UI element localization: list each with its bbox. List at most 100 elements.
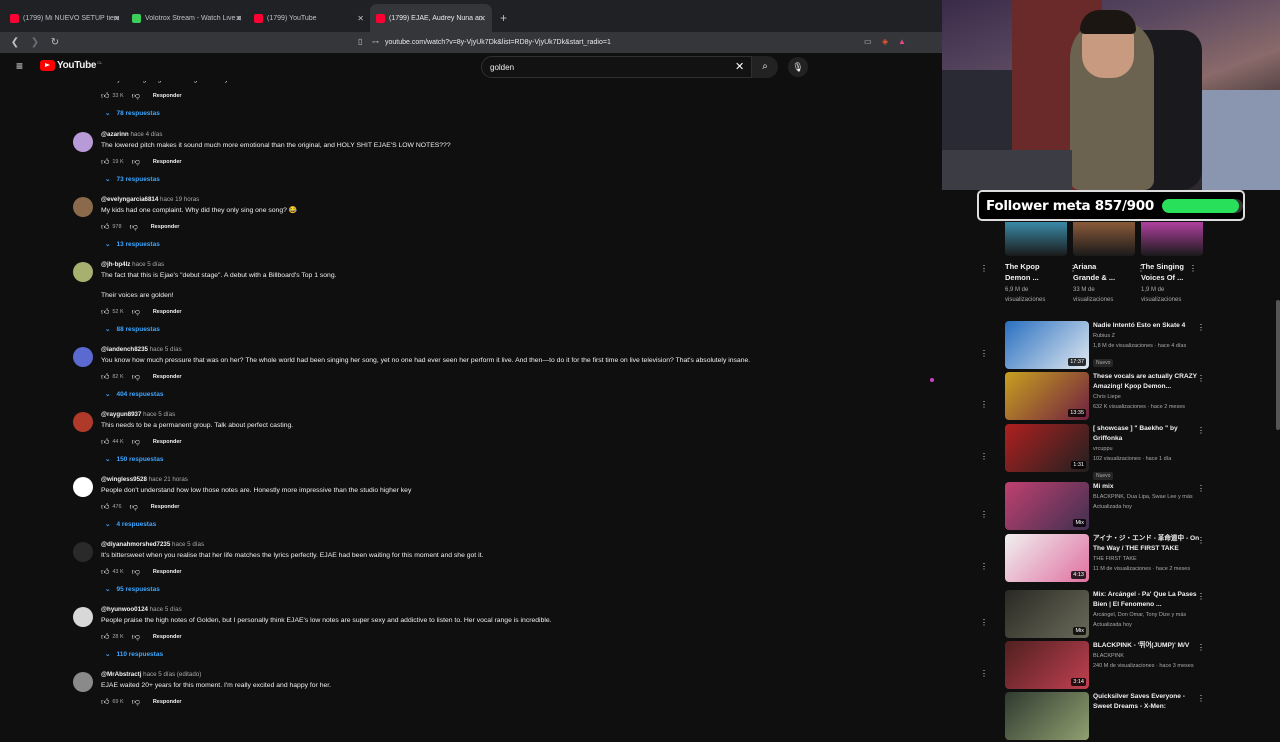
new-tab-button[interactable]: +	[500, 11, 507, 25]
sidebar-video[interactable]: 13:35 These vocals are actually CRAZY Ama…	[1005, 372, 1210, 422]
search-input[interactable]: golden	[481, 56, 752, 78]
view-replies-button[interactable]: ⌄ 150 respuestas	[105, 455, 931, 463]
short-item[interactable]: Ariana Grande & ... 33 M de visualizaciones…	[1073, 222, 1145, 305]
comment-time[interactable]: hace 21 horas	[149, 476, 188, 483]
site-info-icon[interactable]: ⊶	[372, 38, 379, 46]
sidebar-video[interactable]: Mix Mi mix BLACKPINK, Dua Lipa, Swae Lee y…	[1005, 482, 1210, 532]
reply-button[interactable]: Responder	[151, 224, 180, 230]
row-options-icon[interactable]: ⋮	[980, 562, 988, 571]
video-channel[interactable]: Chris Liepe	[1093, 392, 1201, 402]
short-item[interactable]: The Singing Voices Of ... 1,9 M de visualiz…	[1141, 222, 1203, 305]
more-options-icon[interactable]: ⋮	[1189, 264, 1197, 273]
more-options-icon[interactable]: ⋮	[1197, 643, 1205, 652]
avatar[interactable]	[73, 607, 93, 627]
comment-author[interactable]: @hyunwoo0124	[101, 606, 148, 613]
reply-button[interactable]: Responder	[153, 699, 182, 705]
more-options-icon[interactable]: ⋮	[1197, 536, 1205, 545]
comment-author[interactable]: @evelyngarcia6814	[101, 196, 158, 203]
more-options-icon[interactable]: ⋮	[1197, 323, 1205, 332]
thumbs-down-icon[interactable]: 👎︎	[132, 157, 140, 167]
thumbs-up-icon[interactable]: 👍︎	[101, 372, 109, 382]
thumbs-down-icon[interactable]: 👎︎	[132, 437, 140, 447]
menu-icon[interactable]: ≡	[16, 60, 27, 72]
video-channel[interactable]: Rubius Z	[1093, 331, 1201, 341]
avatar[interactable]	[73, 262, 93, 282]
comment-time[interactable]: hace 5 días	[150, 606, 182, 613]
more-options-icon[interactable]: ⋮	[1197, 694, 1205, 703]
avatar[interactable]	[73, 197, 93, 217]
thumbs-up-icon[interactable]: 👍︎	[101, 437, 109, 447]
comment-time[interactable]: hace 5 días	[132, 261, 164, 268]
sidebar-video[interactable]: 3:14 BLACKPINK - '뛰어(JUMP)' M/V BLACKPINK 2…	[1005, 641, 1210, 691]
reply-button[interactable]: Responder	[153, 569, 182, 575]
tab-close-icon[interactable]: ✕	[479, 14, 486, 23]
thumbs-up-icon[interactable]: 👍︎	[101, 91, 109, 101]
video-title[interactable]: Nadie Intentó Esto en Skate 4	[1093, 321, 1201, 331]
video-thumbnail[interactable]	[1005, 692, 1089, 740]
thumbs-up-icon[interactable]: 👍︎	[101, 697, 109, 707]
sidebar-video[interactable]: Quicksilver Saves Everyone - Sweet Dream…	[1005, 692, 1210, 742]
voice-search-icon[interactable]: 🎙	[788, 57, 808, 77]
thumbs-down-icon[interactable]: 👎︎	[130, 222, 138, 232]
comment-author[interactable]: @MrAbstractj	[101, 671, 141, 678]
row-options-icon[interactable]: ⋮	[980, 510, 988, 519]
video-title[interactable]: [ showcase ] " Baekho " by Griffonka	[1093, 424, 1201, 444]
row-options-icon[interactable]: ⋮	[980, 618, 988, 627]
avatar[interactable]	[73, 347, 93, 367]
reply-button[interactable]: Responder	[153, 634, 182, 640]
brave-shield-icon[interactable]: ◈	[882, 37, 888, 46]
more-options-icon[interactable]: ⋮	[1197, 592, 1205, 601]
clear-search-icon[interactable]: ✕	[735, 60, 744, 73]
browser-tab[interactable]: (1799) YouTube ✕	[248, 4, 370, 32]
tab-close-icon[interactable]: ✕	[235, 14, 242, 23]
browser-tab[interactable]: (1799) EJAE, Audrey Nuna an... ✕	[370, 4, 492, 32]
short-title[interactable]: The Kpop Demon ...	[1005, 261, 1067, 283]
reply-button[interactable]: Responder	[153, 374, 182, 380]
more-options-icon[interactable]: ⋮	[1197, 426, 1205, 435]
comment-time[interactable]: hace 5 días	[150, 346, 182, 353]
comment-author[interactable]: @raygun8937	[101, 411, 141, 418]
video-thumbnail[interactable]: Mix	[1005, 590, 1089, 638]
avatar[interactable]	[73, 672, 93, 692]
thumbs-down-icon[interactable]: 👎︎	[132, 372, 140, 382]
video-channel[interactable]: vrcuppu	[1093, 444, 1201, 454]
video-channel[interactable]: Arcángel, Don Omar, Tony Dize y más	[1093, 610, 1201, 620]
bookmark-icon[interactable]: ▯	[358, 37, 362, 46]
thumbs-up-icon[interactable]: 👍︎	[101, 222, 109, 232]
reload-button[interactable]: ↻	[50, 37, 60, 48]
back-button[interactable]: ❮	[10, 37, 20, 48]
comment-time[interactable]: hace 19 horas	[160, 196, 199, 203]
row-options-icon[interactable]: ⋮	[980, 452, 988, 461]
browser-tab[interactable]: Volotrox Stream - Watch Live on... ✕	[126, 4, 248, 32]
sidebar-video[interactable]: 4:13 アイナ・ジ・エンド - 革命道中 - On The Way / THE …	[1005, 534, 1210, 584]
view-replies-button[interactable]: ⌄ 88 respuestas	[105, 325, 931, 333]
view-replies-button[interactable]: ⌄ 13 respuestas	[105, 240, 931, 248]
row-options-icon[interactable]: ⋮	[980, 349, 988, 358]
short-title[interactable]: Ariana Grande & ...	[1073, 261, 1135, 283]
view-replies-button[interactable]: ⌄ 4 respuestas	[105, 520, 931, 528]
more-options-icon[interactable]: ⋮	[1197, 374, 1205, 383]
browser-tab[interactable]: (1799) Mi NUEVO SETUP tiene un PC✕	[4, 4, 126, 32]
video-title[interactable]: BLACKPINK - '뛰어(JUMP)' M/V	[1093, 641, 1201, 651]
reply-button[interactable]: Responder	[153, 309, 182, 315]
view-replies-button[interactable]: ⌄ 73 respuestas	[105, 175, 931, 183]
view-replies-button[interactable]: ⌄ 78 respuestas	[105, 109, 931, 117]
thumbs-down-icon[interactable]: 👎︎	[132, 91, 140, 101]
more-options-icon[interactable]: ⋮	[1197, 484, 1205, 493]
row-options-icon[interactable]: ⋮	[980, 669, 988, 678]
video-thumbnail[interactable]: 4:13	[1005, 534, 1089, 582]
comment-time[interactable]: hace 4 días	[130, 131, 162, 138]
url-field[interactable]: ⊶ youtube.com/watch?v=8y-VjyUk7Dk&list=R…	[372, 34, 892, 50]
comment-time[interactable]: hace 5 días (editado)	[143, 671, 201, 678]
video-title[interactable]: Quicksilver Saves Everyone - Sweet Dream…	[1093, 692, 1201, 712]
thumbs-up-icon[interactable]: 👍︎	[101, 502, 109, 512]
comment-time[interactable]: hace 5 días	[143, 411, 175, 418]
video-thumbnail[interactable]: 1:31	[1005, 424, 1089, 472]
short-thumbnail[interactable]	[1141, 222, 1203, 256]
thumbs-up-icon[interactable]: 👍︎	[101, 632, 109, 642]
row-options-icon[interactable]: ⋮	[980, 400, 988, 409]
youtube-logo[interactable]: YouTube CL	[40, 60, 102, 71]
search-button[interactable]: ⌕	[752, 56, 778, 78]
video-channel[interactable]: BLACKPINK, Dua Lipa, Swae Lee y más	[1093, 492, 1201, 502]
reply-button[interactable]: Responder	[151, 504, 180, 510]
